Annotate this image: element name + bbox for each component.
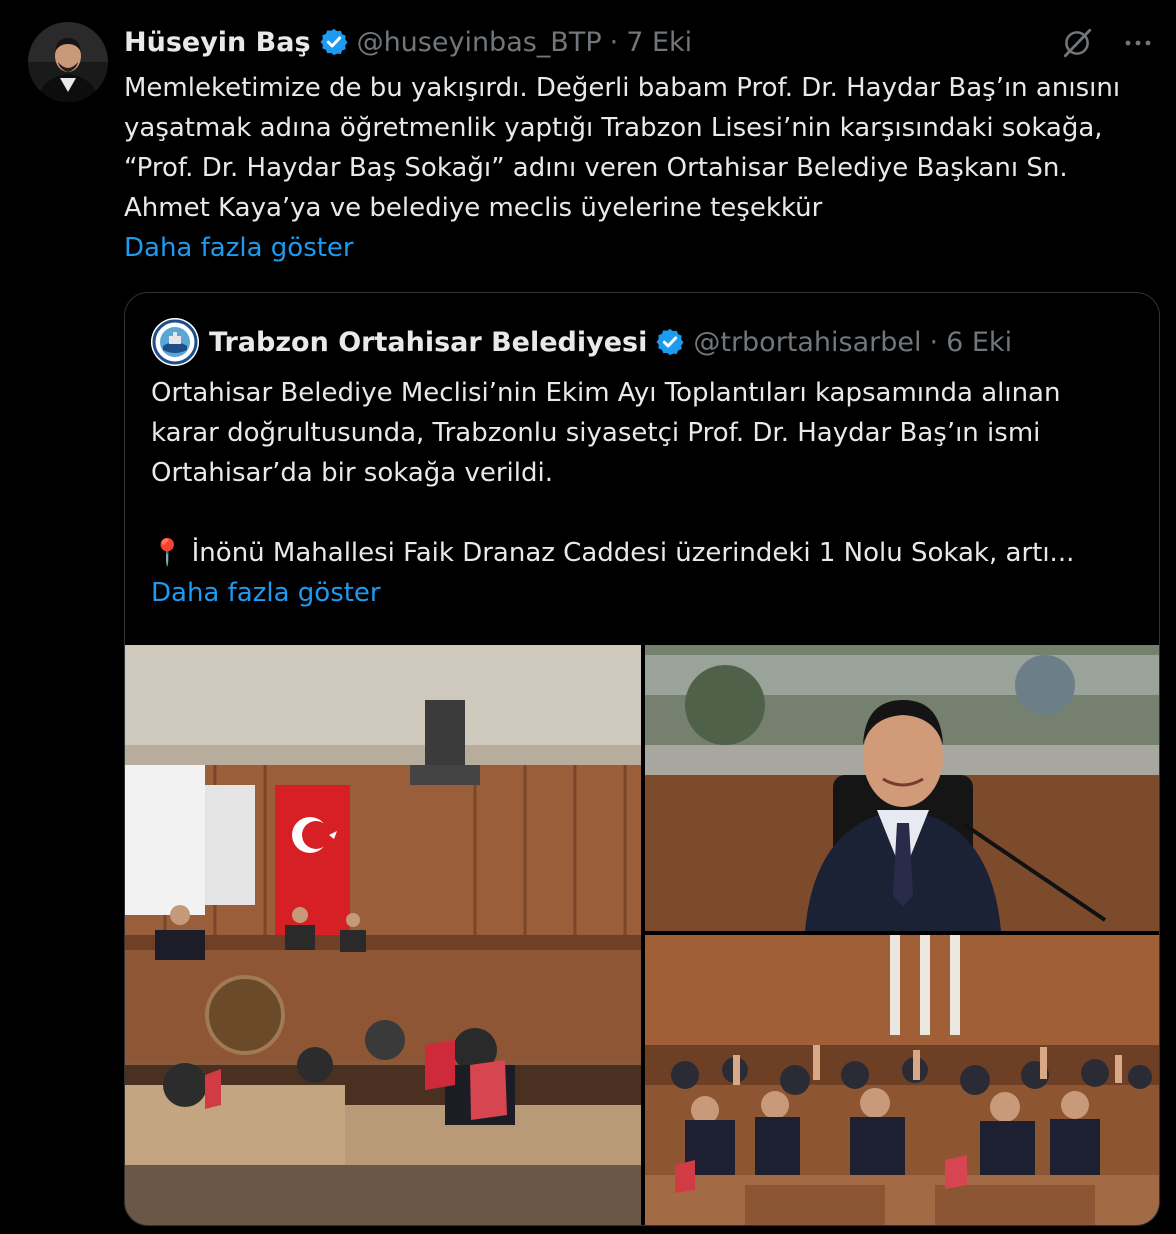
show-more-link[interactable]: Daha fazla göster [124, 228, 354, 268]
tweet-text-line: yaşatmak adına öğretmenlik yaptığı Trabz… [124, 113, 1103, 143]
author-avatar[interactable] [28, 22, 108, 102]
separator-dot: · [929, 326, 939, 358]
tweet-text-line: “Prof. Dr. Haydar Baş Sokağı” adını vere… [124, 153, 1068, 183]
quoted-text-line: 📍 İnönü Mahallesi Faik Dranaz Caddesi üz… [151, 538, 1075, 568]
tweet-text: Memleketimize de bu yakışırdı. Değerli b… [124, 68, 1154, 228]
quoted-author-name[interactable]: Trabzon Ortahisar Belediyesi [209, 327, 647, 358]
quoted-text-line: Ortahisar’da bir sokağa verildi. [151, 458, 553, 488]
verified-badge-icon[interactable] [655, 327, 685, 357]
quoted-show-more-link[interactable]: Daha fazla göster [151, 573, 381, 613]
tweet-header: Hüseyin Baş @huseyinbas_BTP · 7 Eki [124, 24, 692, 60]
tweet-text-line: Memleketimize de bu yakışırdı. Değerli b… [124, 73, 1121, 103]
tweet-date[interactable]: 7 Eki [626, 27, 692, 58]
quoted-tweet-card[interactable]: Trabzon Ortahisar Belediyesi @trbortahis… [124, 292, 1160, 1226]
more-icon[interactable] [1122, 27, 1154, 59]
separator-dot: · [609, 26, 619, 58]
tweet-text-line: Ahmet Kaya’ya ve belediye meclis üyeleri… [124, 193, 823, 223]
media-grid [125, 645, 1159, 1225]
author-handle[interactable]: @huseyinbas_BTP [357, 27, 602, 58]
quoted-text-line: karar doğrultusunda, Trabzonlu siyasetçi… [151, 418, 1041, 448]
quoted-author-handle[interactable]: @trbortahisarbel [693, 327, 921, 358]
council-vote-photo[interactable] [645, 935, 1159, 1225]
verified-badge-icon[interactable] [319, 27, 349, 57]
quoted-tweet-text: Ortahisar Belediye Meclisi’nin Ekim Ayı … [151, 373, 1141, 573]
tweet-actions [1060, 26, 1154, 60]
quoted-text-line: Ortahisar Belediye Meclisi’nin Ekim Ayı … [151, 378, 1061, 408]
council-chamber-photo[interactable] [125, 645, 641, 1225]
grok-icon[interactable] [1060, 26, 1094, 60]
quoted-tweet-date[interactable]: 6 Eki [946, 327, 1012, 358]
quoted-author-avatar[interactable] [151, 318, 199, 366]
quoted-tweet-header: Trabzon Ortahisar Belediyesi @trbortahis… [151, 318, 1012, 366]
author-name[interactable]: Hüseyin Baş [124, 27, 311, 58]
quoted-text-line [151, 493, 1141, 533]
mayor-portrait-photo[interactable] [645, 645, 1159, 931]
